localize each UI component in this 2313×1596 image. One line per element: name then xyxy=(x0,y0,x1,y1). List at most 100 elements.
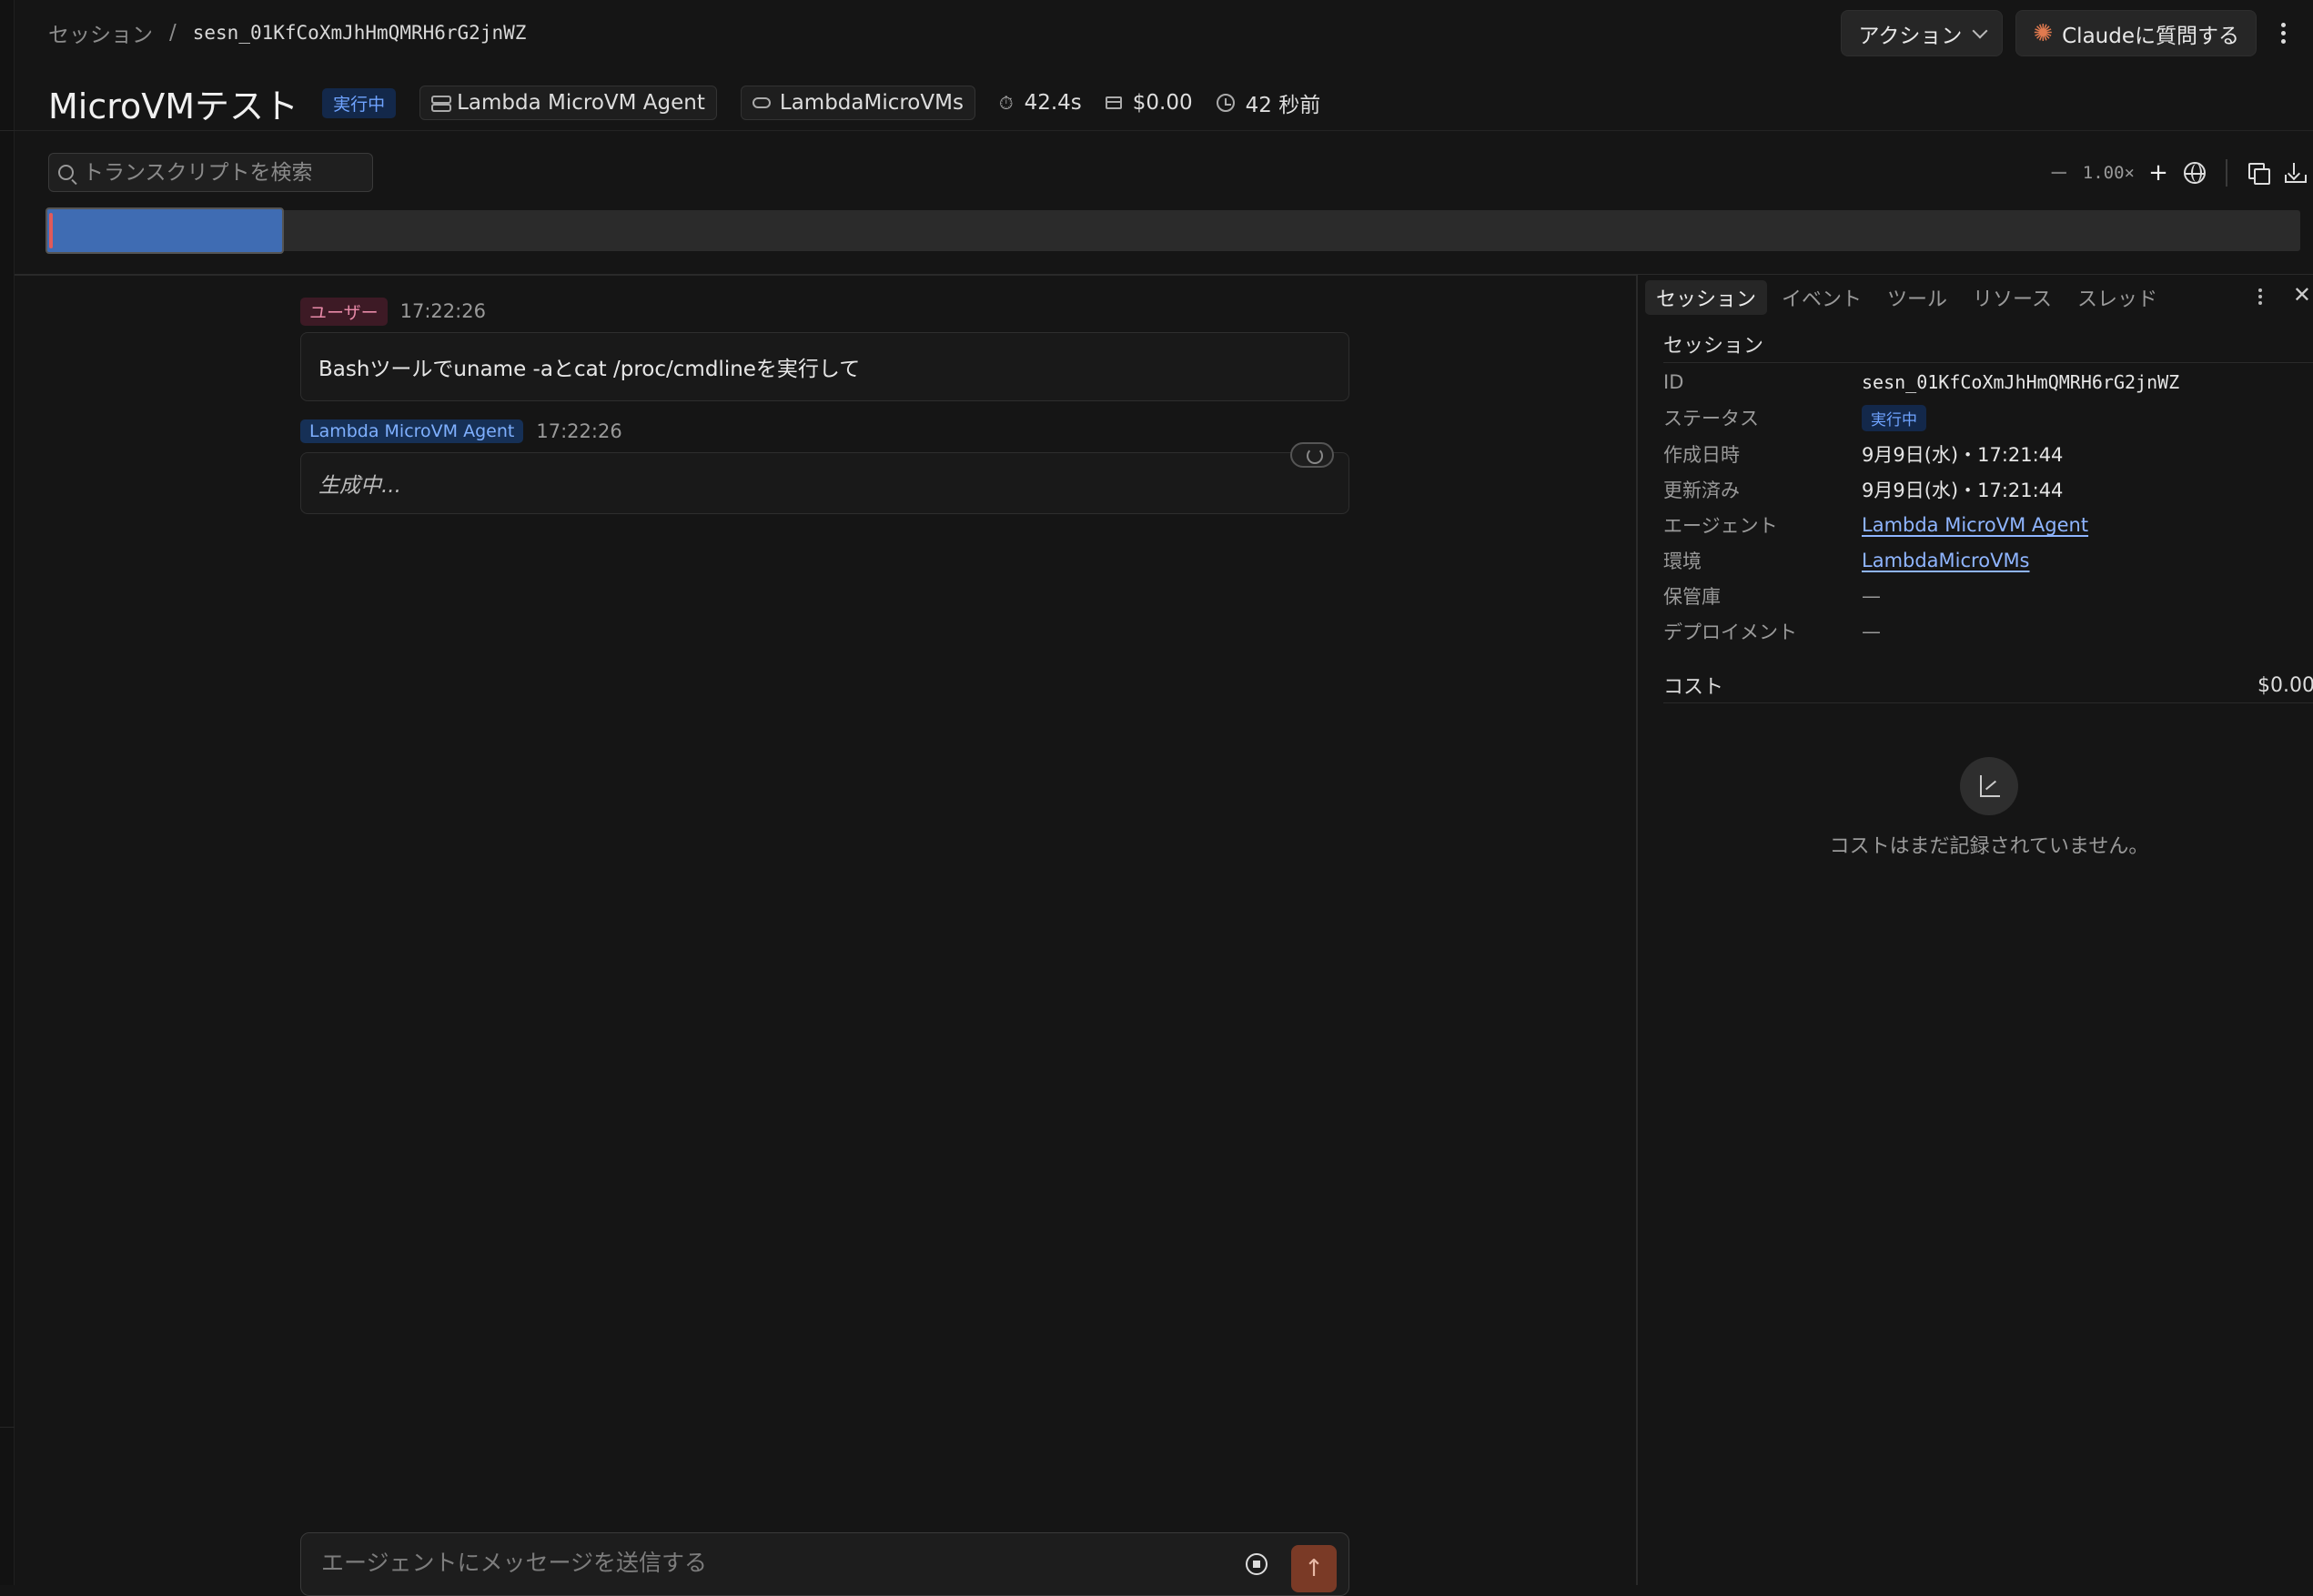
timeline-cursor[interactable] xyxy=(49,213,53,248)
cost-total: $0.00 xyxy=(2257,673,2313,697)
field-label: ステータス xyxy=(1663,408,1759,429)
more-options-icon[interactable] xyxy=(2269,10,2297,56)
breadcrumb: セッション / sesn_01KfCoXmJhHmQMRH6rG2jnWZ xyxy=(48,16,526,49)
credit-card-icon xyxy=(1105,96,1122,109)
message-agent: Lambda MicroVM Agent 17:22:26 生成中... xyxy=(300,416,1349,514)
duration-value: 42.4s xyxy=(1024,91,1082,115)
message-timestamp: 17:22:26 xyxy=(399,300,486,322)
panel-tabs: セッション イベント ツール リソース スレッド xyxy=(1645,280,2168,315)
tab-tools[interactable]: ツール xyxy=(1876,280,1958,315)
download-icon xyxy=(2285,162,2307,183)
ask-claude-button[interactable]: ✺ Claudeに質問する xyxy=(2015,10,2257,56)
breadcrumb-session-id: sesn_01KfCoXmJhHmQMRH6rG2jnWZ xyxy=(192,22,527,44)
actions-dropdown-button[interactable]: アクション xyxy=(1841,10,2004,56)
close-icon[interactable]: ✕ xyxy=(2293,282,2311,308)
copy-icon xyxy=(2248,162,2270,185)
copy-button[interactable] xyxy=(2240,153,2277,192)
claude-star-icon: ✺ xyxy=(2033,19,2054,47)
field-label: デプロイメント xyxy=(1663,621,1797,643)
actions-label: アクション xyxy=(1858,24,1963,48)
zoom-tools: − 1.00× + xyxy=(2041,153,2313,192)
agent-chip[interactable]: Lambda MicroVM Agent xyxy=(419,86,717,120)
message-bubble: Bashツールでuname -aとcat /proc/cmdlineを実行して xyxy=(300,332,1349,401)
message-header: Lambda MicroVM Agent 17:22:26 xyxy=(300,416,1349,447)
details-panel: セッション イベント ツール リソース スレッド ✕ セッション ID sesn… xyxy=(1636,275,2313,1585)
zoom-out-button[interactable]: − xyxy=(2041,153,2077,192)
page-title: MicroVMテスト xyxy=(48,86,299,126)
duration-meta: ⏱ 42.4s xyxy=(999,91,1082,115)
field-vault: 保管庫 — xyxy=(1663,579,2313,613)
download-button[interactable] xyxy=(2277,153,2313,192)
status-badge: 実行中 xyxy=(1862,404,1926,431)
send-button[interactable]: ↑ xyxy=(1291,1545,1337,1592)
cost-empty-text: コストはまだ記録されていません。 xyxy=(1829,835,2149,858)
transcript-search-input[interactable] xyxy=(83,160,356,185)
field-value: — xyxy=(1862,621,1881,642)
globe-icon xyxy=(2184,161,2206,184)
field-deployment: デプロイメント — xyxy=(1663,614,2313,649)
panel-divider xyxy=(1663,362,2313,363)
message-bubble-generating: 生成中... xyxy=(300,442,1349,514)
zoom-in-button[interactable]: + xyxy=(2140,153,2177,192)
agent-chip-label: Lambda MicroVM Agent xyxy=(457,91,705,115)
breadcrumb-sessions[interactable]: セッション xyxy=(48,17,153,48)
cost-meta: $0.00 xyxy=(1105,91,1193,115)
environment-chip[interactable]: LambdaMicroVMs xyxy=(740,86,975,120)
field-id: ID sesn_01KfCoXmJhHmQMRH6rG2jnWZ xyxy=(1663,365,2313,399)
field-label: 更新済み xyxy=(1663,480,1740,501)
toolbar-divider xyxy=(2226,158,2227,187)
rail-divider xyxy=(0,1427,15,1428)
cost-value: $0.00 xyxy=(1132,91,1193,115)
agent-icon xyxy=(431,96,452,112)
tab-session[interactable]: セッション xyxy=(1645,280,1768,315)
field-updated: 更新済み 9月9日(水)・17:21:44 xyxy=(1663,472,2313,507)
message-input[interactable] xyxy=(321,1550,1140,1576)
field-environment: 環境 LambdaMicroVMs xyxy=(1663,543,2313,578)
message-composer: ↑ xyxy=(300,1532,1349,1596)
field-label: 保管庫 xyxy=(1663,586,1721,608)
field-value: — xyxy=(1862,585,1881,607)
globe-button[interactable] xyxy=(2177,153,2213,192)
search-icon xyxy=(58,165,74,180)
stop-icon[interactable] xyxy=(1246,1553,1268,1575)
tab-resources[interactable]: リソース xyxy=(1962,280,2063,315)
ask-claude-label: Claudeに質問する xyxy=(2062,24,2239,48)
field-label: 作成日時 xyxy=(1663,444,1740,466)
agent-link[interactable]: Lambda MicroVM Agent xyxy=(1862,514,2088,536)
role-badge-agent: Lambda MicroVM Agent xyxy=(300,419,524,443)
tab-events[interactable]: イベント xyxy=(1771,280,1873,315)
zoom-level: 1.00× xyxy=(2082,162,2135,183)
loading-spinner-icon[interactable] xyxy=(1290,442,1334,468)
timeline-track[interactable] xyxy=(45,207,2300,254)
cloud-icon xyxy=(752,97,771,108)
message-timestamp: 17:22:26 xyxy=(536,420,622,442)
message-header: ユーザー 17:22:26 xyxy=(300,296,1349,327)
generating-text: 生成中... xyxy=(318,474,401,498)
panel-divider xyxy=(1663,702,2313,703)
stopwatch-icon: ⏱ xyxy=(998,92,1014,114)
header-divider xyxy=(15,130,2313,131)
field-label: エージェント xyxy=(1663,515,1778,537)
field-label: ID xyxy=(1663,371,1684,393)
chevron-down-icon xyxy=(1972,23,1988,38)
app-root: セッション / sesn_01KfCoXmJhHmQMRH6rG2jnWZ アク… xyxy=(0,0,2313,1596)
session-header: MicroVMテスト 実行中 Lambda MicroVM Agent Lamb… xyxy=(48,80,1320,126)
age-value: 42 秒前 xyxy=(1245,94,1321,117)
cost-label: コスト xyxy=(1663,676,1724,699)
role-badge-user: ユーザー xyxy=(300,297,388,326)
tab-threads[interactable]: スレッド xyxy=(2066,280,2168,315)
cost-empty-state: コストはまだ記録されていません。 xyxy=(1663,757,2313,859)
panel-more-icon[interactable] xyxy=(2258,288,2262,305)
clock-icon xyxy=(1216,94,1235,112)
rail-divider xyxy=(0,130,15,131)
left-rail xyxy=(0,0,15,1585)
transcript-search[interactable] xyxy=(48,153,373,192)
environment-link[interactable]: LambdaMicroVMs xyxy=(1862,550,2030,571)
panel-section-title: セッション xyxy=(1663,335,1764,358)
age-meta: 42 秒前 xyxy=(1216,87,1321,118)
cost-row: コスト $0.00 xyxy=(1663,669,2313,702)
field-value: 9月9日(水)・17:21:44 xyxy=(1862,480,2064,501)
field-agent: エージェント Lambda MicroVM Agent xyxy=(1663,508,2313,542)
transcript: ユーザー 17:22:26 Bashツールでuname -aとcat /proc… xyxy=(300,296,1349,514)
timeline-window[interactable] xyxy=(45,207,285,254)
